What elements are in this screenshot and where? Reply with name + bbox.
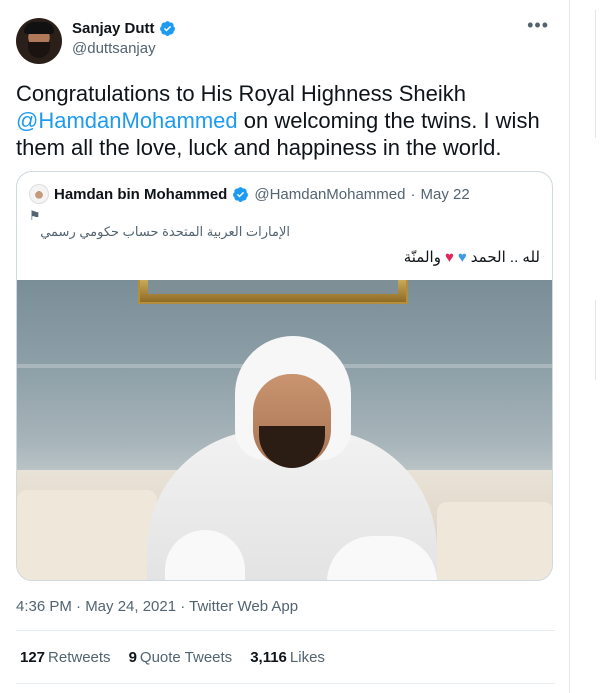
tweet-text: Congratulations to His Royal Highness Sh… (16, 80, 556, 161)
tweet-card: Sanjay Dutt @duttsanjay ••• Congratulati… (0, 0, 570, 693)
verified-badge-icon (159, 21, 175, 36)
divider (16, 630, 555, 631)
quoted-author-handle: @HamdanMohammed (254, 185, 406, 203)
quoted-text: لله .. الحمد ♥ ♥ والمنّة (403, 248, 540, 267)
quoted-photo[interactable] (17, 280, 552, 580)
quoted-header: Hamdan bin Mohammed @HamdanMohammed · Ma… (29, 184, 470, 204)
red-heart-icon: ♥ (444, 248, 454, 266)
avatar[interactable] (16, 18, 62, 64)
retweets-label: Retweets (48, 649, 111, 666)
quoted-text-part1: لله .. الحمد (470, 249, 540, 266)
tweet-text-part1: Congratulations to His Royal Highness Sh… (16, 81, 467, 106)
author-handle[interactable]: @duttsanjay (72, 40, 176, 57)
likes-stat[interactable]: 3,116 Likes (250, 649, 325, 666)
likes-count: 3,116 (250, 649, 287, 666)
more-options-icon[interactable]: ••• (527, 16, 549, 34)
tweet-header: Sanjay Dutt @duttsanjay ••• (16, 14, 553, 66)
blue-heart-icon: ♥ (457, 248, 467, 266)
quoted-date: May 22 (420, 185, 470, 203)
flag-icon: ⚑ (29, 208, 41, 223)
divider (16, 683, 555, 684)
verified-badge-icon (233, 186, 249, 202)
retweets-count: 127 (20, 649, 46, 666)
quoted-author-name: Hamdan bin Mohammed (54, 185, 228, 203)
quoted-tweet[interactable]: Hamdan bin Mohammed @HamdanMohammed · Ma… (16, 171, 553, 581)
retweets-stat[interactable]: 127 Retweets (20, 649, 111, 666)
quoted-avatar (29, 184, 49, 204)
right-gutter (570, 0, 600, 693)
tweet-stats: 127 Retweets 9 Quote Tweets 3,116 Likes (20, 649, 325, 666)
mention-link[interactable]: @HamdanMohammed (16, 108, 238, 133)
author-block: Sanjay Dutt @duttsanjay (72, 20, 176, 57)
quote-tweets-count: 9 (128, 649, 137, 666)
quote-tweets-label: Quote Tweets (139, 649, 233, 666)
quoted-government-label: الإمارات العربية المتحدة حساب حكومي رسمي (40, 224, 290, 239)
tweet-timestamp[interactable]: 4:36 PM · May 24, 2021 · Twitter Web App (16, 598, 298, 615)
quote-tweets-stat[interactable]: 9 Quote Tweets (129, 649, 233, 666)
quoted-text-part2: والمنّة (403, 249, 441, 266)
likes-label: Likes (289, 649, 325, 666)
separator-dot: · (410, 185, 416, 203)
author-name[interactable]: Sanjay Dutt (72, 20, 155, 37)
